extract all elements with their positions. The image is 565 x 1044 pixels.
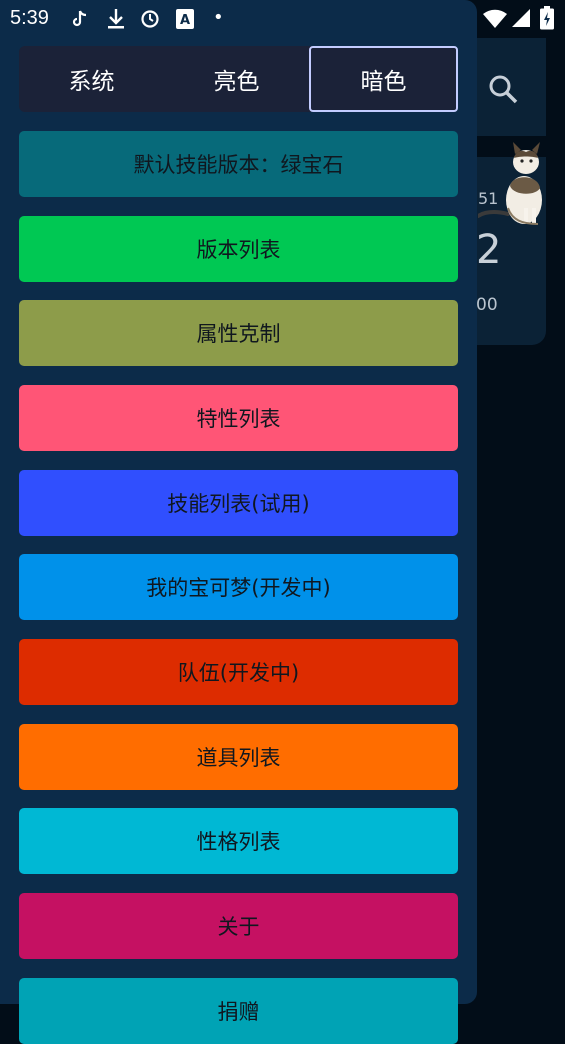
- theme-option-dark[interactable]: 暗色: [309, 46, 458, 112]
- default-move-version-button[interactable]: 默认技能版本：绿宝石: [19, 131, 458, 197]
- theme-selector: 系统 亮色 暗色: [19, 46, 458, 112]
- card-number-bottom: 00: [476, 295, 498, 315]
- status-bar: 5:39 A •: [0, 0, 565, 38]
- version-list-button[interactable]: 版本列表: [19, 216, 458, 282]
- status-time: 5:39: [10, 7, 49, 29]
- about-button[interactable]: 关于: [19, 893, 458, 959]
- team-button[interactable]: 队伍(开发中): [19, 639, 458, 705]
- theme-option-system[interactable]: 系统: [19, 46, 164, 112]
- svg-text:A: A: [180, 13, 190, 28]
- navigation-drawer: 系统 亮色 暗色 默认技能版本：绿宝石 版本列表 属性克制 特性列表 技能列表(…: [0, 0, 477, 1044]
- donate-button[interactable]: 捐赠: [19, 978, 458, 1044]
- dot-icon: •: [213, 7, 224, 28]
- card-glyph: 2: [476, 227, 502, 273]
- my-pokemon-button[interactable]: 我的宝可梦(开发中): [19, 554, 458, 620]
- search-icon[interactable]: [488, 74, 518, 104]
- move-list-button[interactable]: 技能列表(试用): [19, 470, 458, 536]
- cat-mascot-icon: [478, 142, 542, 225]
- ability-list-button[interactable]: 特性列表: [19, 385, 458, 451]
- item-list-button[interactable]: 道具列表: [19, 724, 458, 790]
- nature-list-button[interactable]: 性格列表: [19, 808, 458, 874]
- type-chart-button[interactable]: 属性克制: [19, 300, 458, 366]
- theme-option-light[interactable]: 亮色: [164, 46, 309, 112]
